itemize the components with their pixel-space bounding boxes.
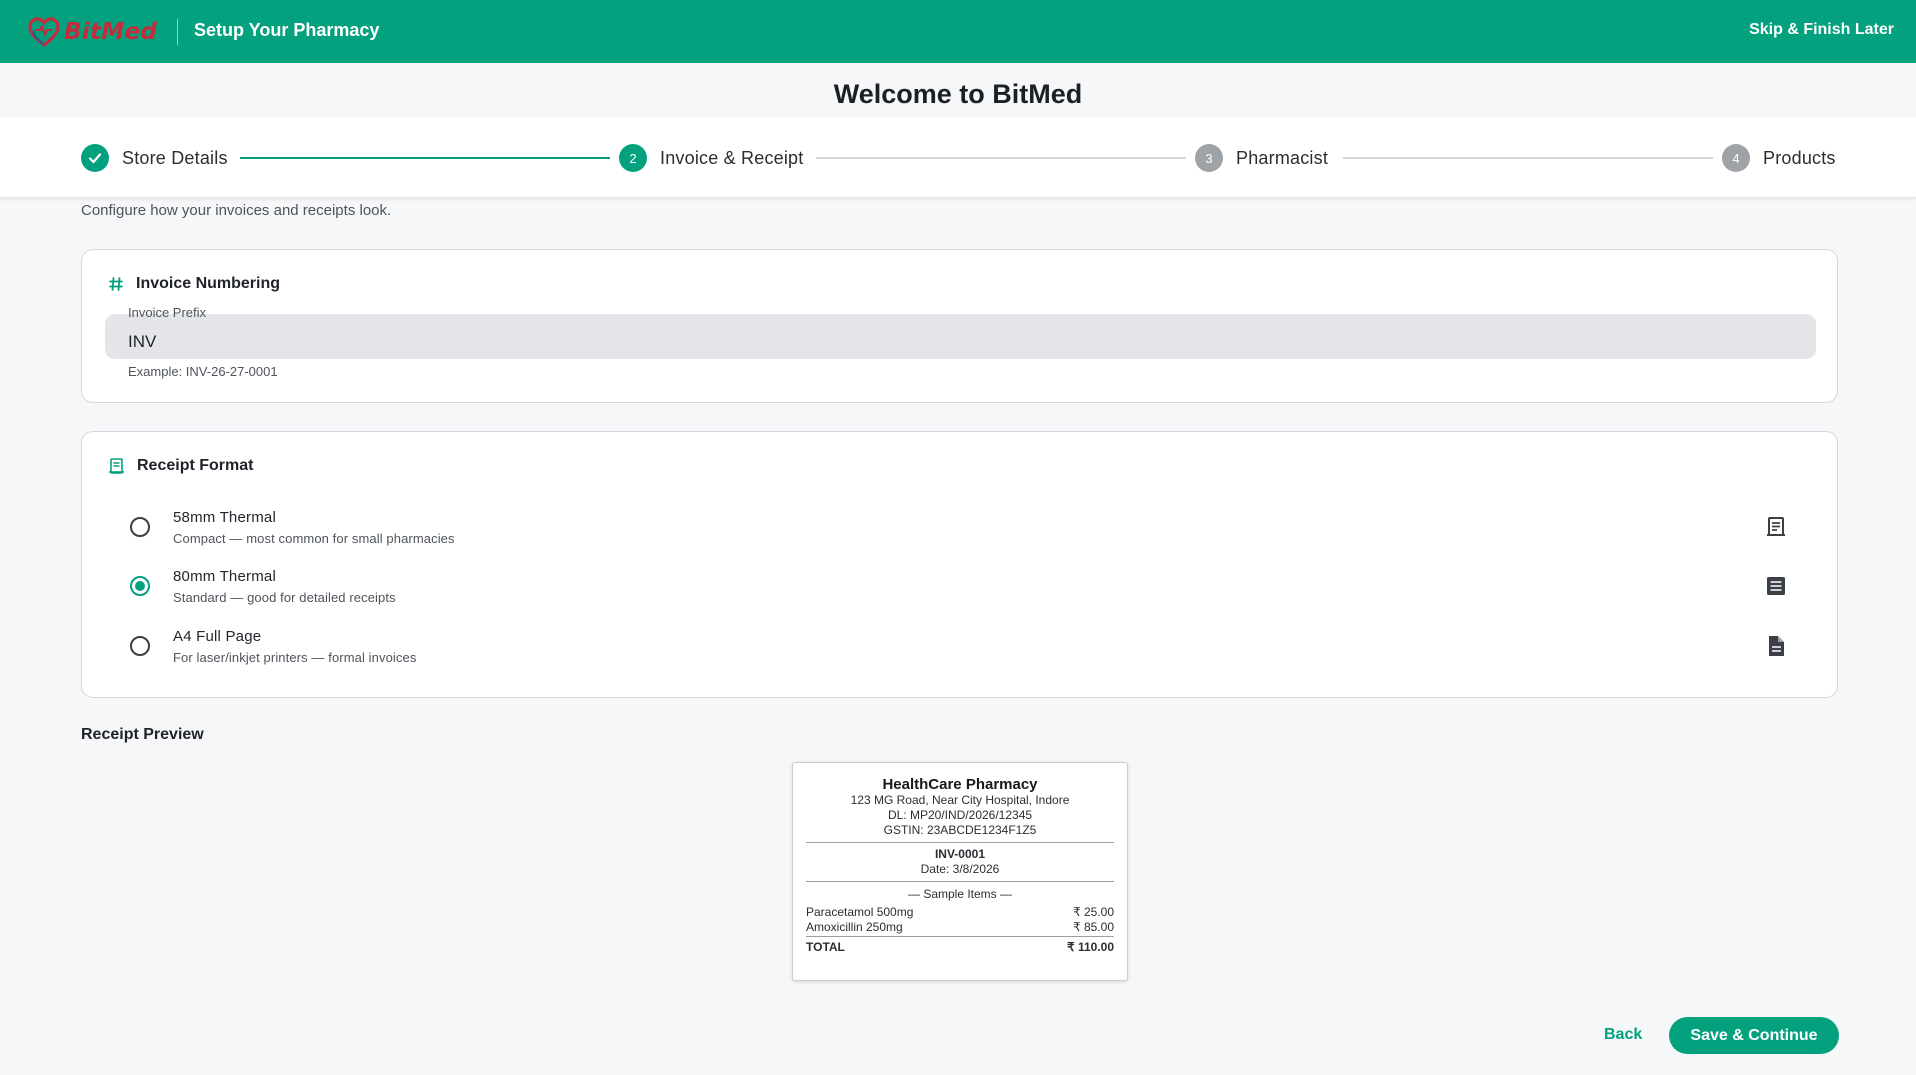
step-number-badge: 3 [1195,144,1223,172]
radio-80mm[interactable] [130,576,150,596]
receipt-item-row: Amoxicillin 250mg ₹ 85.00 [806,920,1114,935]
card-title: Invoice Numbering [136,275,281,292]
setup-stepper: Store Details 2 Invoice & Receipt 3 Phar… [0,117,1916,198]
card-header: Receipt Format [108,457,253,475]
document-icon [1769,636,1784,656]
total-value: ₹ 110.00 [1066,940,1114,954]
invoice-numbering-card: Invoice Numbering Invoice Prefix Example… [81,249,1838,403]
skip-finish-later-link[interactable]: Skip & Finish Later [1749,21,1894,39]
step-pharmacist[interactable]: 3 Pharmacist [1195,144,1328,172]
receipt-store-name: HealthCare Pharmacy [882,776,1038,793]
step-connector [1343,157,1713,159]
heart-logo-icon [28,17,60,47]
check-icon [81,144,109,172]
step-connector [240,157,610,159]
option-desc: Standard — good for detailed receipts [173,590,396,605]
receipt-dl: DL: MP20/IND/2026/12345 [887,808,1033,822]
option-desc: For laser/inkjet printers — formal invoi… [173,650,417,665]
step-label: Pharmacist [1236,147,1329,168]
welcome-title: Welcome to BitMed [833,79,1083,109]
invoice-prefix-example: Example: INV-26-27-0001 [128,364,278,379]
invoice-prefix-input[interactable] [105,314,1816,359]
step-store-details[interactable]: Store Details [81,144,228,172]
total-label: TOTAL [806,940,845,954]
step-invoice-receipt[interactable]: 2 Invoice & Receipt [619,144,803,172]
step-connector [816,157,1186,159]
item-price: ₹ 85.00 [1073,920,1114,934]
item-name: Paracetamol 500mg [806,905,914,919]
page-title: Setup Your Pharmacy [194,20,380,40]
receipt-format-card: Receipt Format 58mm Thermal Compact — mo… [81,431,1838,698]
receipt-total-row: TOTAL ₹ 110.00 [806,940,1114,954]
receipt-address: 123 MG Road, Near City Hospital, Indore [850,793,1070,807]
receipt-gstin: GSTIN: 23ABCDE1234F1Z5 [883,823,1037,837]
format-option-58mm[interactable]: 58mm Thermal Compact — most common for s… [82,497,1839,555]
receipt-divider [806,881,1114,882]
option-title: A4 Full Page [173,628,262,645]
format-option-80mm[interactable]: 80mm Thermal Standard — good for detaile… [82,556,1839,614]
receipt-sample-label: — Sample Items — [907,887,1013,901]
brand-logo: BitMed [28,17,157,47]
step-label: Products [1763,147,1836,168]
step-number-badge: 2 [619,144,647,172]
brand-name: BitMed [64,19,158,45]
radio-a4[interactable] [130,636,150,656]
receipt-preview: HealthCare Pharmacy 123 MG Road, Near Ci… [792,762,1128,981]
card-header: Invoice Numbering [108,275,280,293]
save-continue-button[interactable]: Save & Continue [1669,1017,1839,1054]
option-title: 58mm Thermal [173,509,276,526]
receipt-item-row: Paracetamol 500mg ₹ 25.00 [806,905,1114,920]
receipt-icon [1767,517,1785,536]
item-name: Amoxicillin 250mg [806,920,903,934]
top-bar: BitMed Setup Your Pharmacy Skip & Finish… [0,0,1916,63]
step-products[interactable]: 4 Products [1722,144,1836,172]
page-subtitle: Configure how your invoices and receipts… [81,202,392,219]
hash-icon [109,277,123,291]
receipt-icon [109,458,124,474]
welcome-header: Welcome to BitMed [0,63,1916,117]
receipt-preview-title: Receipt Preview [81,726,204,743]
format-option-a4[interactable]: A4 Full Page For laser/inkjet printers —… [82,616,1839,674]
option-desc: Compact — most common for small pharmaci… [173,531,455,546]
receipt-invoice-number: INV-0001 [934,847,986,861]
receipt-divider [806,842,1114,843]
list-icon [1767,577,1785,595]
step-label: Invoice & Receipt [660,147,804,168]
item-price: ₹ 25.00 [1073,905,1114,919]
receipt-divider [806,936,1114,937]
card-title: Receipt Format [137,457,254,474]
step-number-badge: 4 [1722,144,1750,172]
step-label: Store Details [122,147,228,168]
option-title: 80mm Thermal [173,568,276,585]
receipt-date: Date: 3/8/2026 [920,862,1000,876]
back-button[interactable]: Back [1604,1026,1642,1044]
radio-58mm[interactable] [130,517,150,537]
topbar-divider [177,19,178,45]
